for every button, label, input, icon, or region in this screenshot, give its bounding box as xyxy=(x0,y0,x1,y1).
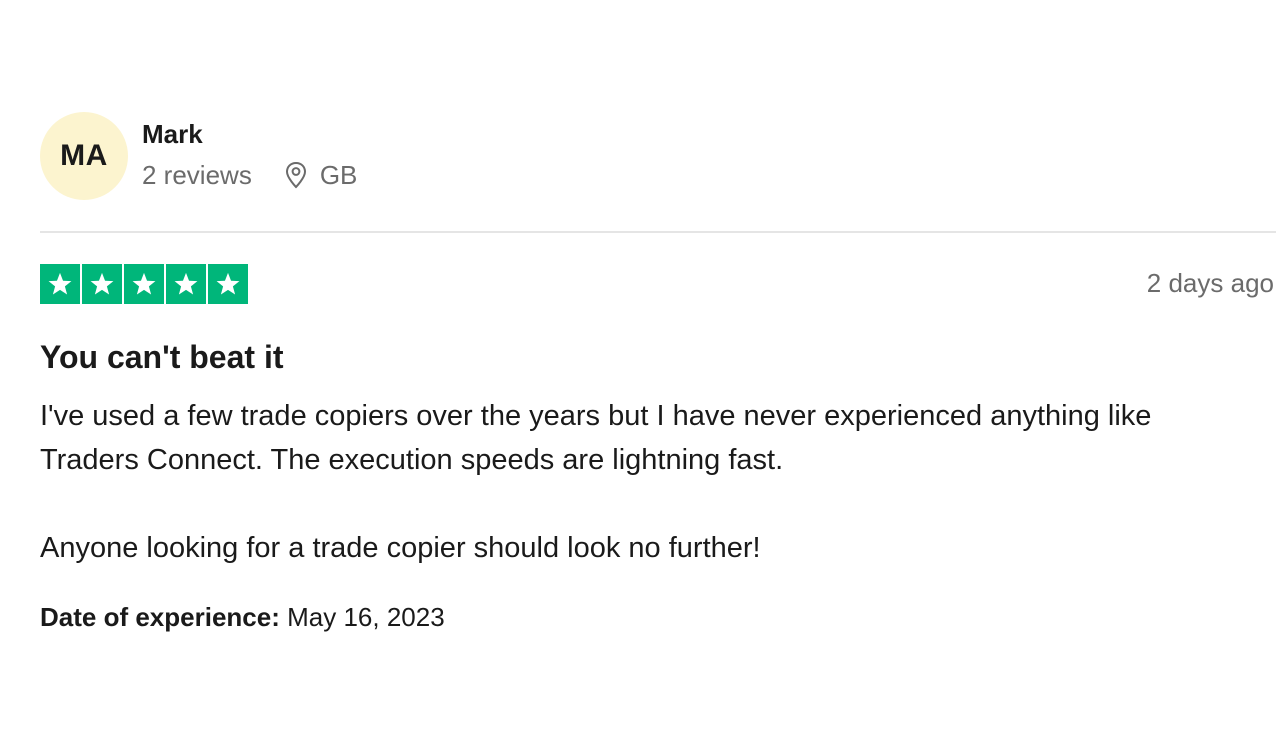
country-code: GB xyxy=(319,160,358,190)
star-rating xyxy=(40,264,1276,304)
divider xyxy=(40,231,1276,233)
reviews-count: 2 reviews xyxy=(142,160,252,190)
consumer-details: Mark 2 reviews GB xyxy=(142,112,357,190)
rating-row: 2 days ago xyxy=(40,264,1276,304)
consumer-info: MA Mark 2 reviews GB xyxy=(40,112,357,202)
review-body: I've used a few trade copiers over the y… xyxy=(40,394,1240,614)
consumer-meta: 2 reviews GB xyxy=(142,160,357,190)
review-date: 2 days ago xyxy=(1146,268,1274,298)
star-icon xyxy=(40,264,80,304)
avatar[interactable]: MA xyxy=(40,112,128,200)
star-icon xyxy=(166,264,206,304)
date-of-experience: Date of experience: May 16, 2023 xyxy=(40,600,445,634)
star-icon xyxy=(82,264,122,304)
star-icon xyxy=(124,264,164,304)
consumer-name[interactable]: Mark xyxy=(142,118,357,150)
experience-date: May 16, 2023 xyxy=(287,602,445,632)
review-title[interactable]: You can't beat it xyxy=(40,336,283,378)
review-paragraph: I've used a few trade copiers over the y… xyxy=(40,400,1152,476)
review-paragraph: Anyone looking for a trade copier should… xyxy=(40,532,761,564)
star-icon xyxy=(208,264,248,304)
location: GB xyxy=(284,160,358,190)
experience-label: Date of experience: xyxy=(40,602,280,632)
review-card: MA Mark 2 reviews GB 2 days ago You can'… xyxy=(40,0,1276,730)
location-pin-icon xyxy=(285,161,306,189)
